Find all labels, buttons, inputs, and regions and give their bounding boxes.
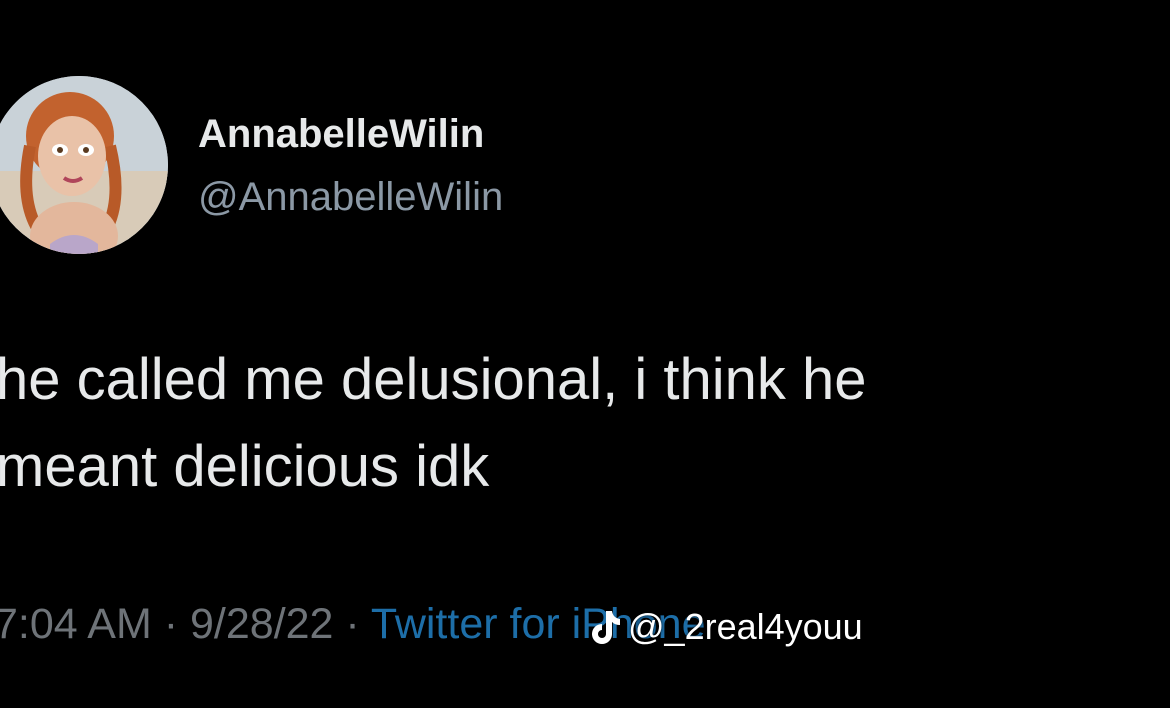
doll-avatar-icon — [0, 76, 168, 254]
avatar[interactable] — [0, 76, 168, 254]
tweet-time[interactable]: 7:04 AM — [0, 600, 152, 648]
user-handle[interactable]: @AnnabelleWilin — [198, 175, 503, 220]
meta-separator: · — [163, 600, 179, 648]
meta-separator: · — [345, 600, 360, 648]
tweet-text-line: meant delicious idk — [0, 434, 490, 499]
tweet-text: he called me delusional, i think he mean… — [0, 336, 1166, 510]
tweet-date[interactable]: 9/28/22 — [190, 600, 333, 648]
tweet-text-line: he called me delusional, i think he — [0, 347, 867, 412]
watermark-username: @_2real4youu — [628, 606, 863, 647]
display-name[interactable]: AnnabelleWilin — [198, 112, 484, 157]
tiktok-icon — [592, 611, 620, 644]
tiktok-watermark: @_2real4youu — [586, 600, 863, 654]
